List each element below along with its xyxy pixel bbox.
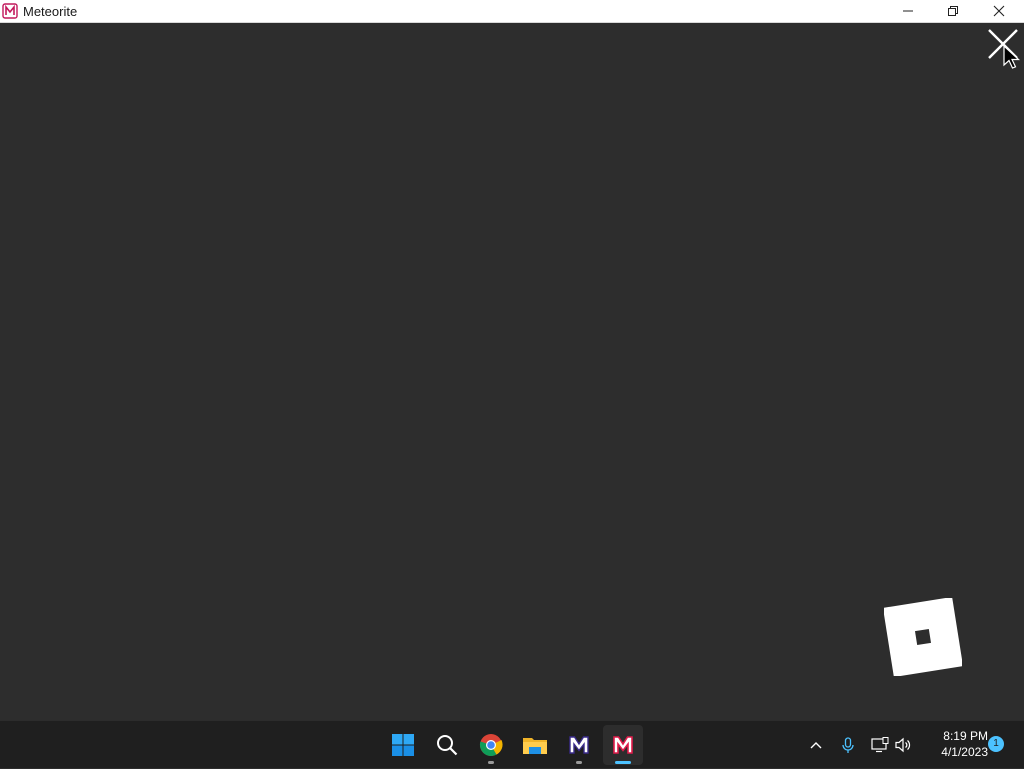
show-hidden-icons-button[interactable] bbox=[806, 721, 826, 769]
running-indicator bbox=[576, 761, 582, 764]
file-explorer-button[interactable] bbox=[515, 725, 555, 765]
minimize-icon bbox=[903, 10, 913, 12]
window-title: Meteorite bbox=[23, 4, 78, 19]
microphone-button[interactable] bbox=[838, 721, 858, 769]
clock[interactable]: 8:19 PM 4/1/2023 bbox=[920, 728, 988, 760]
meteorite-alt-button[interactable] bbox=[559, 725, 599, 765]
roblox-logo-icon bbox=[884, 598, 962, 676]
restore-button[interactable] bbox=[930, 0, 976, 22]
folder-icon bbox=[523, 738, 547, 754]
network-icon bbox=[871, 737, 889, 753]
microphone-icon bbox=[842, 736, 854, 753]
game-viewport[interactable] bbox=[0, 23, 1024, 720]
search-button[interactable] bbox=[427, 725, 467, 765]
meteorite-m-icon bbox=[569, 736, 589, 754]
title-bar: Meteorite bbox=[0, 0, 1024, 23]
chrome-button[interactable] bbox=[471, 725, 511, 765]
windows-logo-icon bbox=[392, 734, 414, 756]
running-indicator bbox=[488, 761, 494, 764]
clock-time: 8:19 PM bbox=[943, 729, 988, 743]
volume-button[interactable] bbox=[893, 721, 915, 769]
search-icon bbox=[437, 735, 458, 756]
meteorite-button[interactable] bbox=[603, 725, 643, 765]
minimize-button[interactable] bbox=[885, 0, 931, 22]
clock-date: 4/1/2023 bbox=[941, 745, 988, 759]
active-indicator bbox=[615, 761, 631, 764]
chrome-icon bbox=[479, 734, 503, 756]
restore-icon bbox=[948, 6, 958, 16]
mouse-cursor-icon bbox=[1003, 45, 1021, 69]
chevron-up-icon bbox=[810, 742, 822, 749]
close-button[interactable] bbox=[976, 0, 1022, 22]
volume-icon bbox=[895, 737, 911, 753]
taskbar: 8:19 PM 4/1/2023 bbox=[0, 720, 1024, 768]
start-button[interactable] bbox=[383, 725, 423, 765]
network-button[interactable] bbox=[869, 721, 891, 769]
notification-badge[interactable]: 1 bbox=[988, 736, 1004, 752]
meteorite-app-icon bbox=[2, 3, 18, 19]
close-icon bbox=[993, 5, 1005, 17]
meteorite-m-icon bbox=[613, 736, 633, 754]
